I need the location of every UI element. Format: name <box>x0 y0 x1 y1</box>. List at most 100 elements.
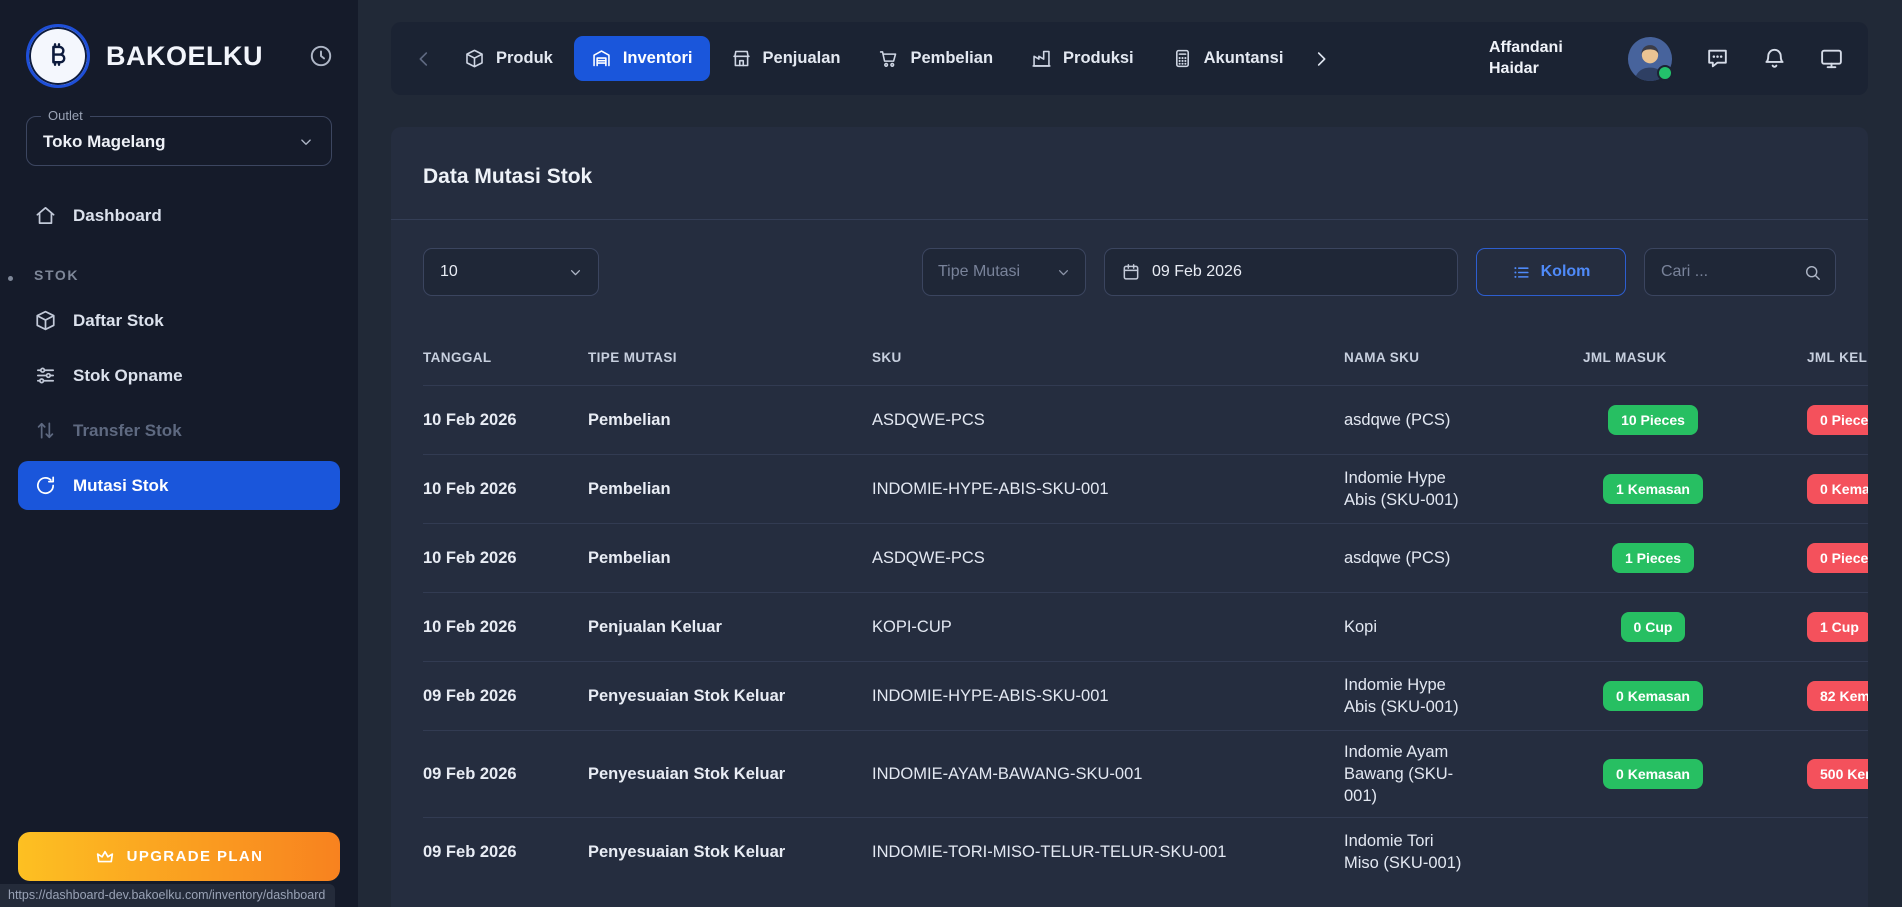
tab-label: Akuntansi <box>1204 49 1284 68</box>
upgrade-plan-label: UPGRADE PLAN <box>127 848 264 865</box>
tipe-mutasi-placeholder: Tipe Mutasi <box>938 263 1020 281</box>
cell-nama: asdqwe (PCS) <box>1344 547 1583 569</box>
search-input[interactable] <box>1649 263 1803 281</box>
sidebar-item-mutasi-stok[interactable]: Mutasi Stok <box>18 461 340 510</box>
cell-tanggal: 10 Feb 2026 <box>423 618 588 637</box>
display-mode-button[interactable] <box>1819 46 1844 71</box>
tab-akuntansi[interactable]: Akuntansi <box>1155 36 1301 81</box>
status-url: https://dashboard-dev.bakoelku.com/inven… <box>0 884 335 907</box>
jml-keluar-badge: 500 Kemasan <box>1807 759 1868 789</box>
table-row: 10 Feb 2026 Pembelian ASDQWE-PCS asdqwe … <box>423 385 1868 454</box>
jml-masuk-badge: 0 Kemasan <box>1603 759 1703 789</box>
cart-icon <box>878 48 899 69</box>
cell-tipe: Penjualan Keluar <box>588 618 872 637</box>
home-icon <box>34 204 57 227</box>
tab-produksi[interactable]: Produksi <box>1014 36 1151 81</box>
page-size-value: 10 <box>440 263 458 281</box>
tab-label: Produk <box>496 49 553 68</box>
cell-jml-masuk: 0 Kemasan <box>1583 681 1807 711</box>
date-picker[interactable]: 09 Feb 2026 <box>1104 248 1458 296</box>
sidebar-item-stok-opname[interactable]: Stok Opname <box>18 351 340 400</box>
section-label-text: STOK <box>34 267 79 283</box>
sidebar-item-dashboard[interactable]: Dashboard <box>18 191 340 240</box>
table-row: 10 Feb 2026 Pembelian INDOMIE-HYPE-ABIS-… <box>423 454 1868 523</box>
package-icon <box>34 309 57 332</box>
chat-button[interactable] <box>1705 46 1730 71</box>
tab-label: Pembelian <box>910 49 993 68</box>
cell-sku: INDOMIE-HYPE-ABIS-SKU-001 <box>872 687 1344 706</box>
jml-keluar-badge: 82 Kemasan <box>1807 681 1868 711</box>
warehouse-icon <box>591 48 612 69</box>
tipe-mutasi-select[interactable]: Tipe Mutasi <box>922 248 1086 296</box>
table-row: 09 Feb 2026 Penyesuaian Stok Keluar INDO… <box>423 661 1868 730</box>
topbar: Produk Inventori Penjualan Pembelian Pro <box>391 22 1868 95</box>
sidebar-item-label: Dashboard <box>73 206 162 226</box>
bell-icon <box>1762 46 1787 71</box>
jml-keluar-badge: 0 Kemasan <box>1807 474 1868 504</box>
cell-sku: ASDQWE-PCS <box>872 549 1344 568</box>
cell-tipe: Pembelian <box>588 549 872 568</box>
nav-scroll-right-button[interactable] <box>1306 44 1336 74</box>
sliders-icon <box>34 364 57 387</box>
avatar[interactable] <box>1627 36 1673 82</box>
table-filters: 10 Tipe Mutasi 09 Feb 2026 Kolom <box>391 220 1868 324</box>
package-icon <box>464 48 485 69</box>
col-jml-masuk: JML MASUK <box>1583 350 1807 365</box>
tab-penjualan[interactable]: Penjualan <box>714 36 858 81</box>
sidebar-item-transfer-stok[interactable]: Transfer Stok <box>18 406 340 455</box>
cell-jml-masuk: 1 Kemasan <box>1583 474 1807 504</box>
chevron-right-icon <box>1310 48 1332 70</box>
tab-inventori[interactable]: Inventori <box>574 36 710 81</box>
brand-logo <box>26 24 90 88</box>
outlet-selector[interactable]: Outlet Toko Magelang <box>26 116 332 166</box>
sidebar: BAKOELKU Outlet Toko Magelang Dashboard <box>0 0 358 907</box>
cell-tanggal: 10 Feb 2026 <box>423 411 588 430</box>
cell-sku: INDOMIE-AYAM-BAWANG-SKU-001 <box>872 765 1344 784</box>
sidebar-item-label: Transfer Stok <box>73 421 182 441</box>
sidebar-item-label: Stok Opname <box>73 366 183 386</box>
brand-name: BAKOELKU <box>106 41 263 72</box>
cell-nama: asdqwe (PCS) <box>1344 409 1583 431</box>
sidebar-collapse-button[interactable] <box>308 43 334 69</box>
cell-jml-keluar: 0 Kemasan <box>1807 474 1868 504</box>
cell-tipe: Penyesuaian Stok Keluar <box>588 765 872 784</box>
tab-produk[interactable]: Produk <box>447 36 570 81</box>
cell-jml-keluar: 0 Pieces <box>1807 405 1868 435</box>
jml-keluar-badge: 1 Cup <box>1807 612 1868 642</box>
outlet-label: Outlet <box>41 108 90 123</box>
col-nama-sku: NAMA SKU <box>1344 350 1583 365</box>
chevron-down-icon <box>297 133 315 151</box>
cell-tanggal: 09 Feb 2026 <box>423 687 588 706</box>
calculator-icon <box>1172 48 1193 69</box>
jml-masuk-badge: 1 Pieces <box>1612 543 1694 573</box>
cell-sku: INDOMIE-HYPE-ABIS-SKU-001 <box>872 480 1344 499</box>
online-status-dot <box>1657 65 1673 81</box>
search-box <box>1644 248 1836 296</box>
chevron-down-icon <box>567 264 584 281</box>
cell-tanggal: 10 Feb 2026 <box>423 480 588 499</box>
cell-tipe: Penyesuaian Stok Keluar <box>588 843 872 862</box>
sidebar-item-daftar-stok[interactable]: Daftar Stok <box>18 296 340 345</box>
tab-pembelian[interactable]: Pembelian <box>861 36 1010 81</box>
tab-label: Inventori <box>623 49 693 68</box>
table-row: 09 Feb 2026 Penyesuaian Stok Keluar INDO… <box>423 817 1868 886</box>
mutasi-stok-table: TANGGAL TIPE MUTASI SKU NAMA SKU JML MAS… <box>423 324 1868 886</box>
cell-jml-keluar: 1 Cup <box>1807 612 1868 642</box>
nav-scroll-left-button[interactable] <box>409 44 439 74</box>
cell-nama: Indomie Tori Miso (SKU-001) <box>1344 830 1583 874</box>
cell-tipe: Pembelian <box>588 411 872 430</box>
user-name[interactable]: Affandani Haidar <box>1489 38 1589 80</box>
col-tipe-mutasi: TIPE MUTASI <box>588 350 872 365</box>
factory-icon <box>1031 48 1052 69</box>
cell-nama: Indomie Hype Abis (SKU-001) <box>1344 467 1583 511</box>
kolom-button[interactable]: Kolom <box>1476 248 1626 296</box>
tab-label: Produksi <box>1063 49 1134 68</box>
bitcoin-icon <box>41 39 75 73</box>
cell-tipe: Pembelian <box>588 480 872 499</box>
page-size-select[interactable]: 10 <box>423 248 599 296</box>
cell-tanggal: 09 Feb 2026 <box>423 765 588 784</box>
upgrade-plan-button[interactable]: UPGRADE PLAN <box>18 832 340 881</box>
jml-masuk-badge: 0 Kemasan <box>1603 681 1703 711</box>
notifications-button[interactable] <box>1762 46 1787 71</box>
refresh-icon <box>34 474 57 497</box>
